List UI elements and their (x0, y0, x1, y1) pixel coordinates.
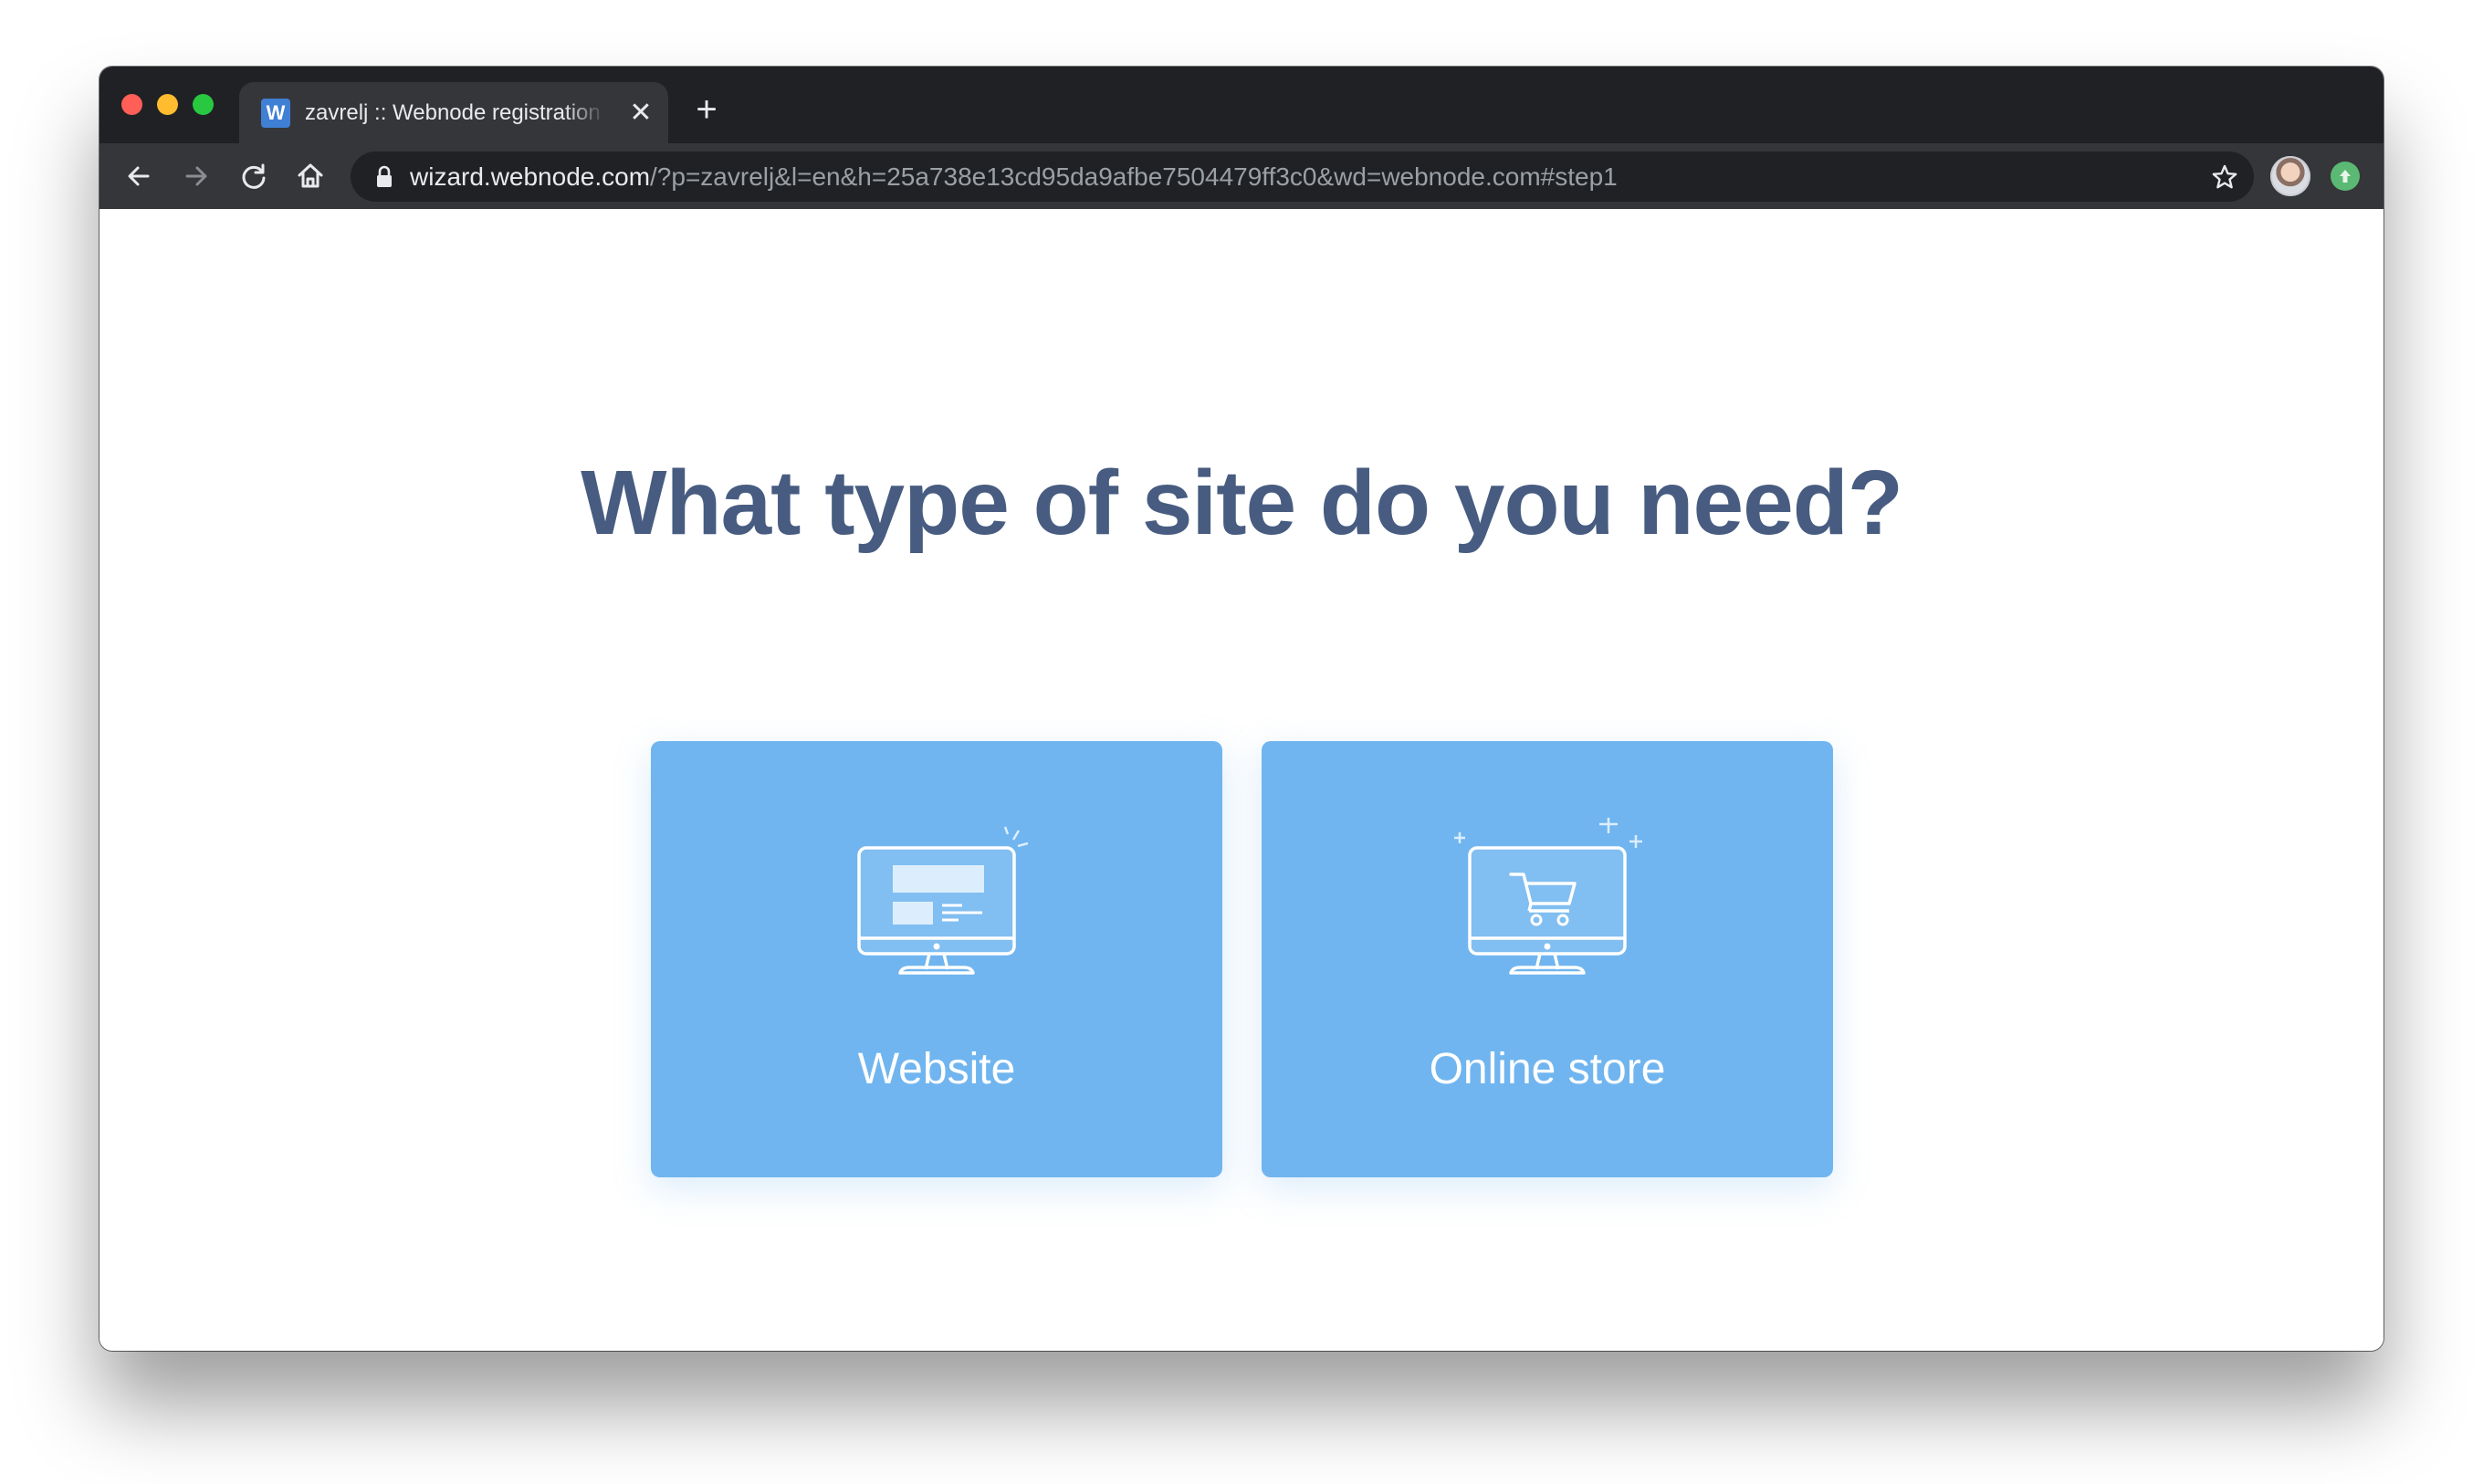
website-option-card[interactable]: Website (651, 741, 1222, 1177)
forward-button[interactable] (178, 158, 215, 194)
browser-window: W zavrelj :: Webnode registration wizard… (100, 67, 2383, 1351)
tab-title: zavrelj :: Webnode registration wizard (305, 100, 606, 125)
arrow-right-icon (185, 166, 207, 186)
new-tab-button[interactable]: + (691, 91, 722, 128)
online-store-option-card[interactable]: Online store (1262, 741, 1833, 1177)
reload-button[interactable] (236, 158, 272, 194)
arrow-left-icon (128, 166, 150, 186)
lock-icon[interactable] (372, 164, 396, 190)
monitor-cart-icon (1454, 818, 1642, 975)
address-bar[interactable]: wizard.webnode.com/?p=zavrelj&l=en&h=25a… (351, 152, 2254, 202)
monitor-website-icon (857, 826, 1029, 975)
home-button[interactable] (292, 158, 329, 194)
wizard-page: What type of site do you need? Website O… (100, 209, 2383, 1351)
url-path: /?p=zavrelj&l=en&h=25a738e13cd95da9afbe7… (650, 162, 1618, 191)
close-window-button[interactable] (121, 94, 142, 115)
arrow-up-icon (2340, 170, 2351, 183)
address-url[interactable]: wizard.webnode.com/?p=zavrelj&l=en&h=25a… (410, 162, 1618, 192)
minimize-window-button[interactable] (157, 94, 178, 115)
browser-tab[interactable]: W zavrelj :: Webnode registration wizard… (239, 82, 668, 143)
home-icon (298, 163, 323, 188)
maximize-window-button[interactable] (193, 94, 214, 115)
page-title: What type of site do you need? (581, 452, 1903, 554)
back-button[interactable] (120, 158, 157, 194)
website-option-label: Website (857, 1045, 1016, 1093)
url-host: wizard.webnode.com (410, 162, 651, 191)
profile-avatar[interactable] (2270, 156, 2310, 196)
tab-close-icon[interactable]: ✕ (628, 99, 654, 127)
bookmark-star-icon[interactable] (2210, 162, 2239, 192)
online-store-option-label: Online store (1429, 1045, 1666, 1093)
reload-icon (242, 163, 266, 189)
extension-update-icon[interactable] (2331, 162, 2360, 191)
webnode-favicon-icon: W (261, 99, 290, 128)
screen: W zavrelj :: Webnode registration wizard… (0, 0, 2483, 1484)
tab-strip: W zavrelj :: Webnode registration wizard… (100, 67, 2383, 143)
browser-toolbar: wizard.webnode.com/?p=zavrelj&l=en&h=25a… (100, 143, 2383, 209)
